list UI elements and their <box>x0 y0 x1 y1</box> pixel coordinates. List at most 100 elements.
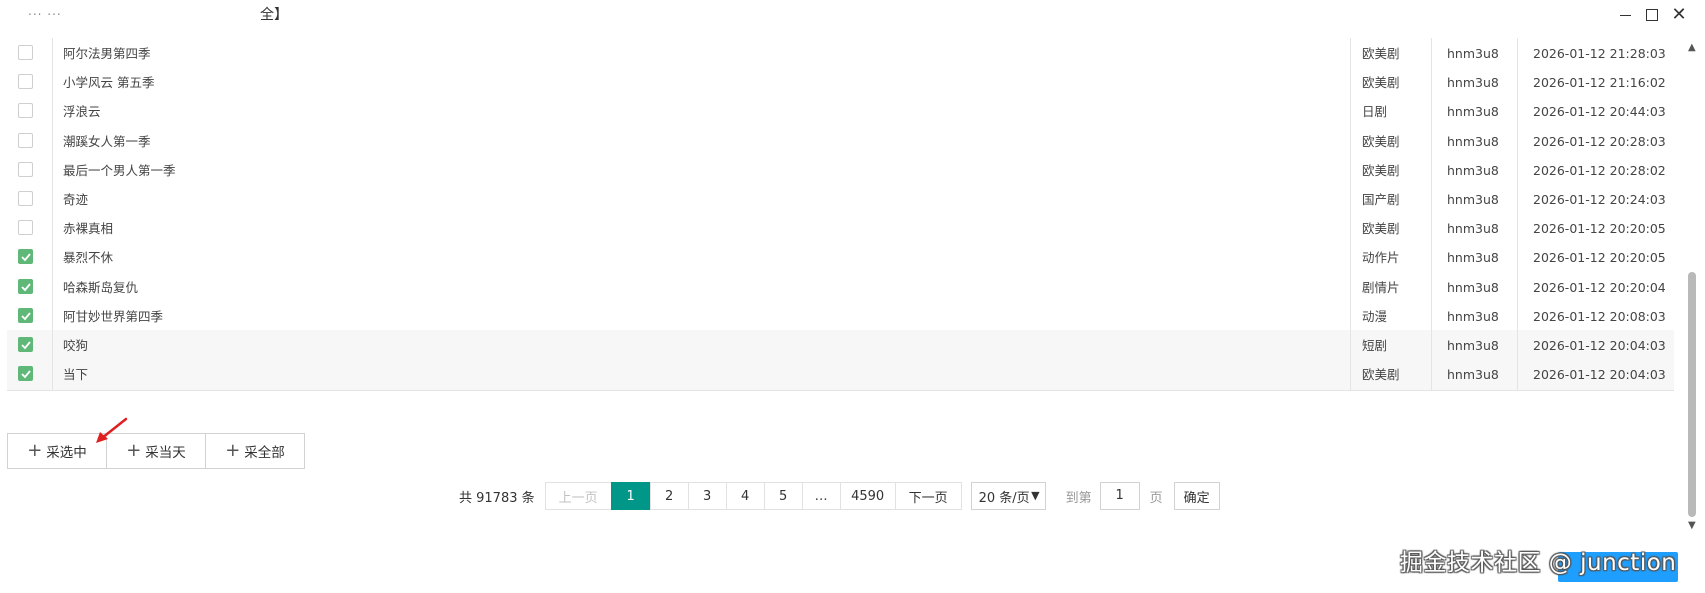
collect-today-label: 采当天 <box>145 445 186 461</box>
row-name: 咬狗 <box>63 338 89 353</box>
table-row[interactable]: 当下 欧美剧 hnm3u8 2026-01-12 20:04:03 <box>7 359 1674 392</box>
row-name: 当下 <box>63 367 89 383</box>
window-title: 全】 <box>260 7 288 23</box>
row-checkbox[interactable] <box>18 307 33 323</box>
checkmark-icon <box>21 341 31 350</box>
page-2[interactable]: 2 <box>649 482 689 510</box>
row-checkbox-cell <box>7 184 53 215</box>
row-checkbox[interactable] <box>18 366 33 382</box>
row-checkbox[interactable] <box>18 161 33 177</box>
row-category: 短剧 <box>1350 330 1442 361</box>
table-row[interactable]: 阿甘妙世界第四季 动漫 hnm3u8 2026-01-12 20:08:03 <box>7 300 1674 333</box>
row-time: 2026-01-12 20:44:03 <box>1517 96 1690 128</box>
page-unit-label: 页 <box>1149 490 1163 506</box>
row-name: 浮浪云 <box>63 104 101 120</box>
page-ellipsis: … <box>801 482 841 510</box>
row-checkbox[interactable] <box>18 45 33 60</box>
row-time: 2026-01-12 20:28:02 <box>1517 154 1690 186</box>
collect-selected-label: 采选中 <box>46 445 87 461</box>
row-checkbox-cell <box>7 359 53 391</box>
goto-confirm-button[interactable]: 确定 <box>1173 482 1220 510</box>
row-checkbox[interactable] <box>18 132 33 148</box>
row-name: 赤裸真相 <box>63 221 114 237</box>
row-checkbox-cell <box>7 300 53 332</box>
row-name: 暴烈不休 <box>63 250 114 266</box>
minimize-icon <box>1619 14 1631 16</box>
scroll-down-icon[interactable]: ▼ <box>1688 520 1696 531</box>
row-checkbox[interactable] <box>18 74 33 90</box>
row-checkbox[interactable] <box>18 103 33 119</box>
row-name: 奇迹 <box>63 192 89 207</box>
row-category: 动作片 <box>1350 242 1442 274</box>
plus-icon: + <box>27 440 43 461</box>
row-category: 动漫 <box>1350 300 1442 332</box>
table-row[interactable]: 小学风云 第五季 欧美剧 hnm3u8 2026-01-12 21:16:02 <box>7 67 1674 100</box>
row-time: 2026-01-12 20:20:05 <box>1517 213 1690 245</box>
row-checkbox-cell <box>7 213 53 245</box>
row-checkbox[interactable] <box>18 249 33 265</box>
row-category: 欧美剧 <box>1350 38 1442 69</box>
window-title-left: ... ... <box>28 4 62 18</box>
row-time: 2026-01-12 20:04:03 <box>1517 330 1690 361</box>
minimize-button[interactable] <box>1614 4 1636 26</box>
row-checkbox[interactable] <box>18 337 33 352</box>
row-checkbox[interactable] <box>18 220 33 236</box>
row-time: 2026-01-12 21:16:02 <box>1517 67 1690 99</box>
watermark: 掘金技术社区 @ junction <box>1400 550 1677 576</box>
row-checkbox-cell <box>7 271 53 303</box>
page-4[interactable]: 4 <box>725 482 765 510</box>
row-category: 国产剧 <box>1350 184 1442 215</box>
prev-page-button[interactable]: 上一页 <box>544 482 612 510</box>
row-category: 欧美剧 <box>1350 154 1442 186</box>
checkmark-icon <box>21 253 31 262</box>
row-checkbox-cell <box>7 38 53 69</box>
goto-page-input[interactable]: 1 <box>1099 482 1140 510</box>
table-row[interactable]: 哈森斯岛复仇 剧情片 hnm3u8 2026-01-12 20:20:04 <box>7 271 1674 304</box>
row-category: 剧情片 <box>1350 271 1442 303</box>
table-row[interactable]: 阿尔法男第四季 欧美剧 hnm3u8 2026-01-12 21:28:03 <box>7 38 1674 70</box>
row-category: 欧美剧 <box>1350 359 1442 391</box>
maximize-icon <box>1646 9 1658 21</box>
chevron-down-icon: ▼ <box>1031 489 1040 502</box>
row-category: 欧美剧 <box>1350 67 1442 99</box>
window-titlebar: ... ... 全】 ✕ <box>0 0 1705 36</box>
goto-label: 到第 <box>1065 490 1092 506</box>
row-checkbox[interactable] <box>18 191 33 206</box>
per-page-select[interactable]: 20 条/页 ▼ <box>970 482 1046 510</box>
row-checkbox-cell <box>7 96 53 128</box>
table-row[interactable]: 奇迹 国产剧 hnm3u8 2026-01-12 20:24:03 <box>7 184 1674 216</box>
row-time: 2026-01-12 20:08:03 <box>1517 300 1690 332</box>
table-row[interactable]: 咬狗 短剧 hnm3u8 2026-01-12 20:04:03 <box>7 330 1674 362</box>
scroll-up-icon[interactable]: ▲ <box>1688 42 1696 53</box>
page-1[interactable]: 1 <box>610 482 651 510</box>
table-row[interactable]: 赤裸真相 欧美剧 hnm3u8 2026-01-12 20:20:05 <box>7 213 1674 246</box>
table-row[interactable]: 暴烈不休 动作片 hnm3u8 2026-01-12 20:20:05 <box>7 242 1674 275</box>
next-page-button[interactable]: 下一页 <box>894 482 962 510</box>
collect-all-button[interactable]: + 采全部 <box>205 433 305 469</box>
row-name: 阿尔法男第四季 <box>63 46 151 61</box>
scrollbar-thumb[interactable] <box>1688 272 1696 517</box>
page-3[interactable]: 3 <box>687 482 727 510</box>
per-page-value: 20 条/页 <box>978 490 1030 506</box>
row-name: 哈森斯岛复仇 <box>63 279 139 295</box>
row-checkbox-cell <box>7 242 53 274</box>
table-row[interactable]: 潮蹊女人第一季 欧美剧 hnm3u8 2026-01-12 20:28:03 <box>7 125 1674 158</box>
row-time: 2026-01-12 21:28:03 <box>1517 38 1690 69</box>
table-row[interactable]: 最后一个男人第一季 欧美剧 hnm3u8 2026-01-12 20:28:02 <box>7 154 1674 187</box>
collect-actions: + 采选中 + 采当天 + 采全部 <box>7 433 305 471</box>
row-time: 2026-01-12 20:28:03 <box>1517 125 1690 157</box>
checkmark-icon <box>21 283 31 291</box>
row-time: 2026-01-12 20:20:04 <box>1517 271 1690 303</box>
row-checkbox-cell <box>7 67 53 99</box>
page-last[interactable]: 4590 <box>839 482 896 510</box>
row-name: 潮蹊女人第一季 <box>63 133 151 149</box>
close-button[interactable]: ✕ <box>1668 4 1690 26</box>
row-name: 阿甘妙世界第四季 <box>63 308 164 324</box>
row-checkbox-cell <box>7 154 53 186</box>
row-category: 日剧 <box>1350 96 1442 128</box>
maximize-button[interactable] <box>1641 4 1663 26</box>
row-checkbox[interactable] <box>18 278 33 294</box>
page-5[interactable]: 5 <box>763 482 803 510</box>
checkmark-icon <box>21 312 31 321</box>
table-row[interactable]: 浮浪云 日剧 hnm3u8 2026-01-12 20:44:03 <box>7 96 1674 129</box>
